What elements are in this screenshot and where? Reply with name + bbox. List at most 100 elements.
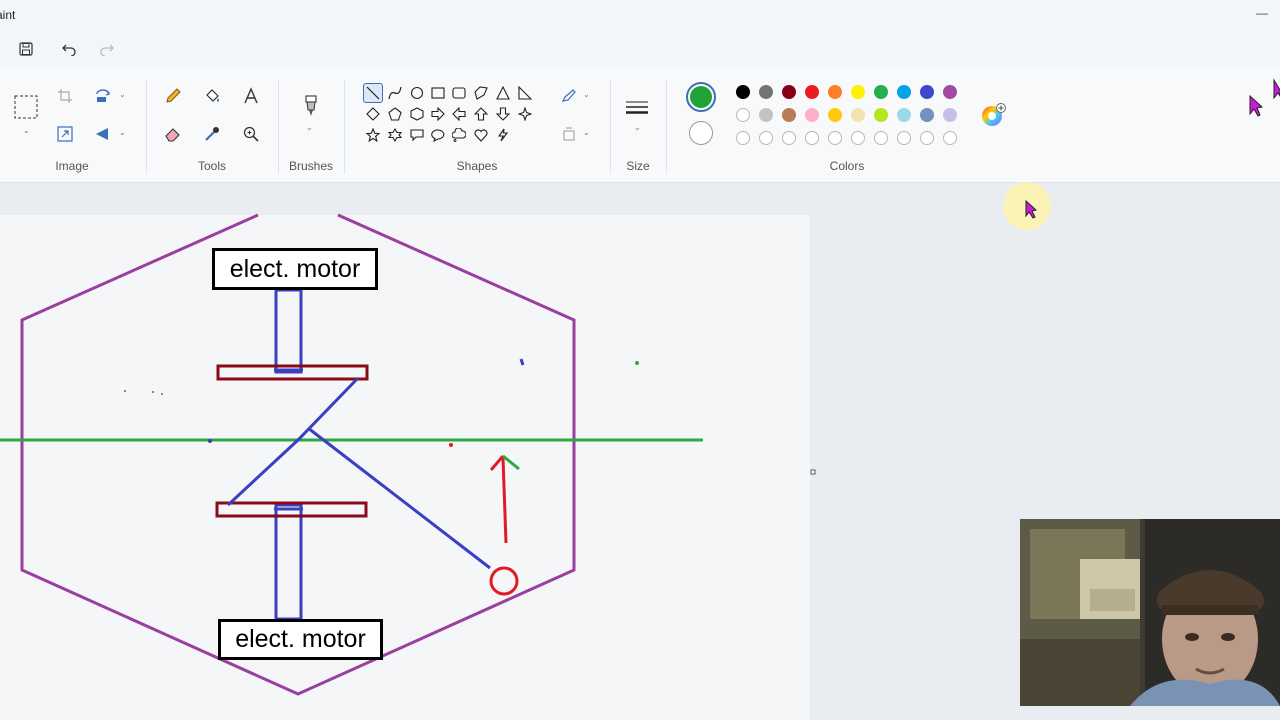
- secondary-color-swatch[interactable]: [689, 121, 713, 145]
- custom-color-slot[interactable]: [851, 131, 865, 145]
- heart-shape-icon[interactable]: [471, 125, 491, 145]
- color-swatch[interactable]: [805, 108, 819, 122]
- color-swatch[interactable]: [874, 85, 888, 99]
- color-swatch[interactable]: [759, 85, 773, 99]
- divider: [146, 80, 147, 174]
- color-swatch[interactable]: [920, 85, 934, 99]
- motor-label-bottom: elect. motor: [218, 619, 383, 660]
- shape-fill-icon[interactable]: [556, 121, 582, 147]
- chevron-down-icon[interactable]: ⌄: [119, 128, 126, 137]
- custom-color-slot[interactable]: [874, 131, 888, 145]
- text-icon[interactable]: [238, 83, 264, 109]
- color-swatch[interactable]: [874, 108, 888, 122]
- redo-icon[interactable]: [96, 38, 118, 60]
- up-arrow-shape-icon[interactable]: [471, 104, 491, 124]
- lightning-shape-icon[interactable]: [493, 125, 513, 145]
- group-label-tools: Tools: [197, 159, 226, 173]
- diamond-shape-icon[interactable]: [363, 104, 383, 124]
- custom-color-slot[interactable]: [897, 131, 911, 145]
- color-swatch[interactable]: [897, 108, 911, 122]
- webcam-overlay: [1020, 519, 1280, 706]
- chevron-down-icon[interactable]: ⌄: [23, 126, 30, 135]
- divider: [344, 80, 345, 174]
- color-swatch[interactable]: [920, 108, 934, 122]
- hexagon-shape-icon[interactable]: [407, 104, 427, 124]
- divider: [610, 80, 611, 174]
- six-point-star-shape-icon[interactable]: [385, 125, 405, 145]
- rect-callout-shape-icon[interactable]: [407, 125, 427, 145]
- color-swatch[interactable]: [851, 108, 865, 122]
- color-swatch[interactable]: [805, 85, 819, 99]
- left-arrow-shape-icon[interactable]: [449, 104, 469, 124]
- size-icon[interactable]: [624, 95, 650, 121]
- primary-color-swatch[interactable]: [686, 82, 716, 112]
- crop-icon[interactable]: [52, 83, 78, 109]
- group-label-brushes: Brushes: [288, 159, 334, 173]
- group-label-image: Image: [55, 159, 89, 173]
- triangle-shape-icon[interactable]: [493, 83, 513, 103]
- select-icon[interactable]: [13, 94, 39, 120]
- custom-color-slot[interactable]: [759, 131, 773, 145]
- chevron-down-icon[interactable]: ⌄: [119, 90, 126, 99]
- group-label-colors: Colors: [829, 159, 865, 173]
- custom-color-slot[interactable]: [920, 131, 934, 145]
- down-arrow-shape-icon[interactable]: [493, 104, 513, 124]
- group-label-size: Size: [626, 159, 650, 173]
- color-swatch[interactable]: [828, 85, 842, 99]
- color-swatch[interactable]: [736, 108, 750, 122]
- color-swatch[interactable]: [759, 108, 773, 122]
- pentagon-shape-icon[interactable]: [385, 104, 405, 124]
- color-swatch[interactable]: [897, 85, 911, 99]
- oval-callout-shape-icon[interactable]: [428, 125, 448, 145]
- brush-icon[interactable]: [298, 93, 324, 119]
- color-swatch[interactable]: [782, 85, 796, 99]
- oval-shape-icon[interactable]: [407, 83, 427, 103]
- pencil-icon[interactable]: [160, 83, 186, 109]
- chevron-down-icon[interactable]: ⌄: [306, 123, 313, 132]
- curve-shape-icon[interactable]: [385, 83, 405, 103]
- chevron-down-icon[interactable]: ⌄: [583, 90, 590, 99]
- edit-colors-icon[interactable]: [980, 102, 1006, 128]
- undo-icon[interactable]: [58, 38, 80, 60]
- flip-icon[interactable]: [90, 121, 116, 147]
- color-swatch[interactable]: [782, 108, 796, 122]
- custom-color-slot[interactable]: [943, 131, 957, 145]
- cloud-callout-shape-icon[interactable]: [449, 125, 469, 145]
- line-shape-icon[interactable]: [363, 83, 383, 103]
- chevron-down-icon[interactable]: ⌄: [634, 123, 641, 132]
- save-icon[interactable]: [15, 38, 37, 60]
- chevron-down-icon[interactable]: ⌄: [583, 128, 590, 137]
- custom-color-slot[interactable]: [782, 131, 796, 145]
- rotate-icon[interactable]: [90, 83, 116, 109]
- right-triangle-shape-icon[interactable]: [515, 83, 535, 103]
- quick-access-toolbar: [0, 30, 1280, 68]
- eraser-icon[interactable]: [160, 121, 186, 147]
- five-point-star-shape-icon[interactable]: [363, 125, 383, 145]
- color-swatch[interactable]: [828, 108, 842, 122]
- color-picker-icon[interactable]: [199, 121, 225, 147]
- rectangle-shape-icon[interactable]: [428, 83, 448, 103]
- custom-color-slot[interactable]: [805, 131, 819, 145]
- minimize-icon[interactable]: —: [1256, 6, 1268, 20]
- color-swatch[interactable]: [851, 85, 865, 99]
- ribbon: ⌄ ⌄ ⌄ Image Tools ⌄ Brushes ⌄ ⌄ Shapes ⌄…: [0, 68, 1280, 183]
- app-title: aint: [0, 8, 16, 22]
- outline-icon[interactable]: [556, 83, 582, 109]
- polygon-shape-icon[interactable]: [471, 83, 491, 103]
- magnifier-icon[interactable]: [238, 121, 264, 147]
- shapes-gallery: [358, 80, 544, 148]
- color-swatch[interactable]: [943, 85, 957, 99]
- custom-color-slot[interactable]: [828, 131, 842, 145]
- rounded-rectangle-shape-icon[interactable]: [449, 83, 469, 103]
- custom-color-slot[interactable]: [736, 131, 750, 145]
- drawing-canvas[interactable]: [0, 215, 810, 720]
- fill-icon[interactable]: [199, 83, 225, 109]
- divider: [666, 80, 667, 174]
- right-arrow-shape-icon[interactable]: [428, 104, 448, 124]
- webcam-image: [1020, 519, 1280, 706]
- color-swatch[interactable]: [943, 108, 957, 122]
- group-label-shapes: Shapes: [456, 159, 498, 173]
- color-swatch[interactable]: [736, 85, 750, 99]
- four-point-star-shape-icon[interactable]: [515, 104, 535, 124]
- resize-icon[interactable]: [52, 121, 78, 147]
